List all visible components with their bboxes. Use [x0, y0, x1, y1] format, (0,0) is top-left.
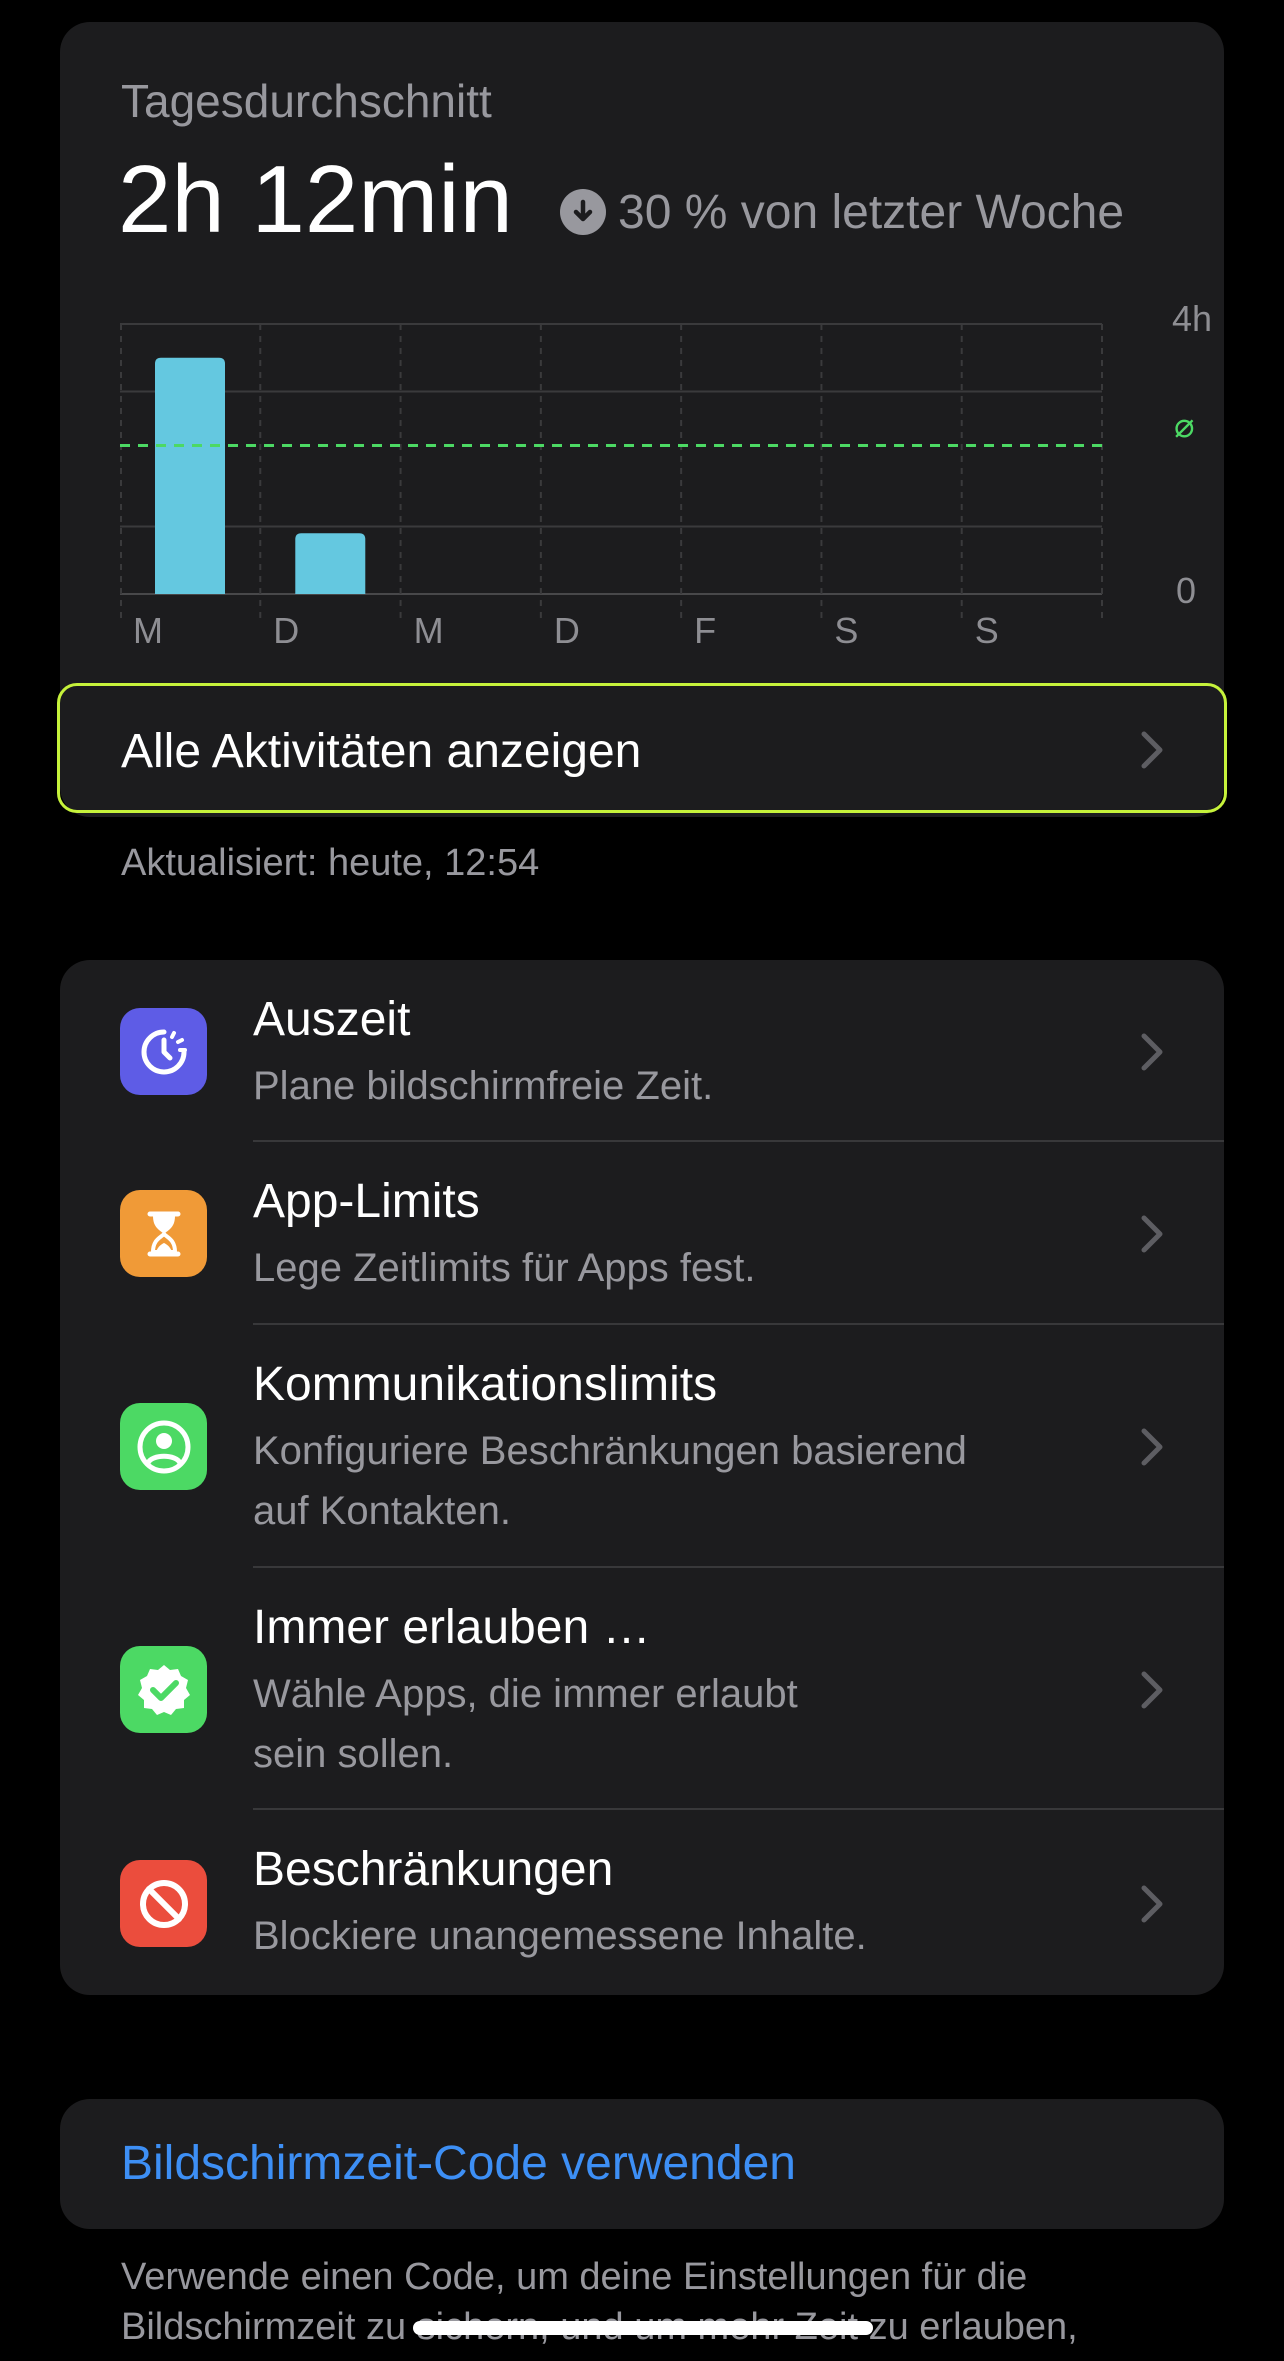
- no-entry-icon: [120, 1860, 207, 1947]
- bar-0: [155, 357, 225, 594]
- daily-average-label: Tagesdurchschnitt: [121, 75, 492, 127]
- y-axis-zero-label: 0: [1176, 570, 1197, 611]
- screen-time-code-description: Verwende einen Code, um deine Einstellun…: [121, 2256, 1078, 2348]
- feature-subtitle: Wähle Apps, die immer erlaubt sein solle…: [253, 1672, 798, 1776]
- feature-subtitle: Blockiere unangemessene Inhalte.: [253, 1914, 867, 1958]
- features-list: Auszeit Plane bildschirmfreie Zeit. App-…: [60, 960, 1224, 1995]
- checkmark-seal-icon: [120, 1646, 207, 1733]
- person-circle-icon: [120, 1403, 207, 1490]
- screen-time-code-button[interactable]: Bildschirmzeit-Code verwenden: [60, 2099, 1224, 2229]
- feature-row-app-limits[interactable]: App-Limits Lege Zeitlimits für Apps fest…: [60, 1142, 1224, 1325]
- chevron-right-icon: [1141, 731, 1163, 769]
- trend-text: 30 % von letzter Woche: [618, 185, 1125, 239]
- x-tick-label: F: [694, 610, 717, 651]
- weekly-usage-chart: 4h ⌀ 0 M D M D F S S: [120, 292, 1220, 672]
- hourglass-icon: [120, 1190, 207, 1277]
- x-tick-label: S: [834, 610, 859, 651]
- screen-time-code-label: Bildschirmzeit-Code verwenden: [121, 2137, 796, 2190]
- feature-title: Immer erlauben …: [253, 1601, 651, 1654]
- daily-average-value: 2h 12min: [118, 146, 513, 253]
- y-axis-max-label: 4h: [1172, 298, 1213, 339]
- chevron-right-icon: [1141, 1033, 1163, 1071]
- x-tick-label: D: [553, 610, 580, 651]
- feature-row-always-allowed[interactable]: Immer erlauben … Wähle Apps, die immer e…: [60, 1568, 1224, 1810]
- last-updated-text: Aktualisiert: heute, 12:54: [121, 842, 540, 884]
- x-tick-label: M: [413, 610, 444, 651]
- feature-subtitle: Lege Zeitlimits für Apps fest.: [253, 1246, 756, 1290]
- downtime-icon: [120, 1008, 207, 1095]
- feature-subtitle: Plane bildschirmfreie Zeit.: [253, 1064, 714, 1108]
- feature-title: Auszeit: [253, 993, 411, 1046]
- x-tick-label: S: [974, 610, 999, 651]
- chart-canvas: [120, 323, 1103, 622]
- feature-row-downtime[interactable]: Auszeit Plane bildschirmfreie Zeit.: [60, 960, 1224, 1142]
- chevron-right-icon: [1141, 1215, 1163, 1253]
- chevron-right-icon: [1141, 1671, 1163, 1709]
- show-all-activities-label: Alle Aktivitäten anzeigen: [121, 725, 642, 778]
- weekly-trend: 30 % von letzter Woche: [560, 182, 1124, 242]
- feature-row-communication-limits[interactable]: Kommunikationslimits Konfiguriere Beschr…: [60, 1325, 1224, 1568]
- feature-title: Kommunikationslimits: [253, 1358, 718, 1411]
- average-symbol: ⌀: [1174, 407, 1195, 445]
- bar-1: [295, 533, 366, 594]
- feature-row-restrictions[interactable]: Beschränkungen Blockiere unangemessene I…: [60, 1810, 1224, 1995]
- chevron-right-icon: [1141, 1428, 1163, 1466]
- home-indicator[interactable]: [413, 2321, 873, 2335]
- chevron-right-icon: [1141, 1885, 1163, 1923]
- arrow-down-circle-icon: [560, 189, 606, 235]
- feature-title: App-Limits: [253, 1175, 480, 1228]
- feature-subtitle: Konfiguriere Beschränkungen basierend au…: [253, 1429, 967, 1533]
- x-tick-label: M: [133, 610, 163, 651]
- x-tick-label: D: [273, 610, 300, 651]
- feature-title: Beschränkungen: [253, 1843, 614, 1896]
- daily-average-card: Tagesdurchschnitt 2h 12min 30 % von letz…: [57, 22, 1227, 817]
- show-all-activities-button[interactable]: Alle Aktivitäten anzeigen: [57, 683, 1227, 813]
